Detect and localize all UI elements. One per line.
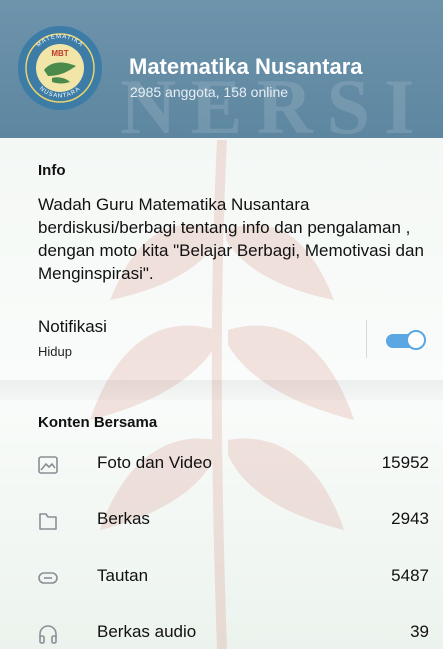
group-header: NERSI MBT MATEMATIKA NUSANTARA Matematik… [0,0,443,138]
notification-divider [366,320,367,358]
shared-item-count: 5487 [391,566,429,585]
shared-item-count: 2943 [391,509,429,528]
info-section-title: Info [38,162,66,179]
shared-item-links[interactable]: Tautan 5487 [0,551,443,607]
shared-item-label: Berkas audio [97,622,197,641]
link-icon [38,572,58,584]
shared-content-title: Konten Bersama [38,414,158,431]
notification-label: Notifikasi [38,317,107,336]
group-logo-icon: MBT MATEMATIKA NUSANTARA [18,26,102,110]
headphones-icon [39,625,57,644]
shared-item-audio[interactable]: Berkas audio 39 [0,607,443,663]
file-icon [39,513,57,530]
shared-item-photos-videos[interactable]: Foto dan Video 15952 [0,438,443,494]
shared-item-count: 39 [410,622,429,641]
member-count: 2985 anggota, 158 online [130,84,289,100]
shared-item-label: Berkas [97,509,150,528]
group-avatar[interactable]: MBT MATEMATIKA NUSANTARA [18,26,102,110]
image-icon [38,456,58,474]
notification-status: Hidup [38,344,72,359]
notification-setting-row[interactable]: Notifikasi Hidup [0,312,443,372]
shared-item-count: 15952 [381,453,429,472]
notification-toggle[interactable] [386,330,426,352]
group-description[interactable]: Wadah Guru Matematika Nusantara berdisku… [38,193,428,285]
shared-item-label: Foto dan Video [97,453,212,472]
toggle-thumb [406,330,426,350]
shared-item-label: Tautan [97,566,149,585]
group-name: Matematika Nusantara [129,54,363,79]
section-divider [0,380,443,400]
avatar-badge-text: MBT [51,49,68,58]
shared-item-files[interactable]: Berkas 2943 [0,494,443,550]
